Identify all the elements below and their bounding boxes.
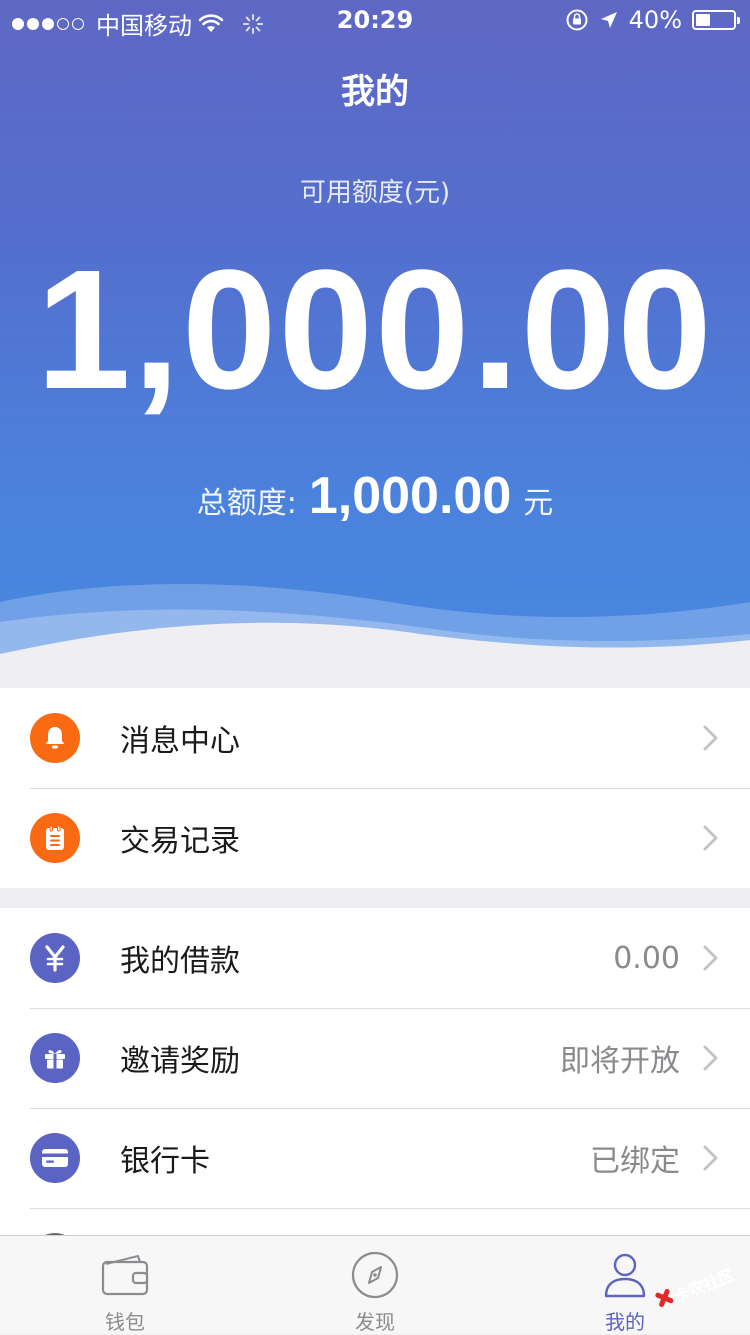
tab-label: 钱包	[105, 1310, 145, 1334]
wallet-icon	[101, 1255, 149, 1296]
total-credit: 总额度: 1,000.00 元	[0, 466, 750, 526]
page-title: 我的	[341, 72, 409, 112]
invite-status-value: 即将开放	[560, 1044, 680, 1079]
orientation-lock-icon	[566, 9, 588, 31]
menu-item-message-center[interactable]: 消息中心	[0, 688, 750, 788]
tab-wallet[interactable]: 钱包	[0, 1236, 250, 1334]
watermark-logo: 卡农社区	[655, 1265, 737, 1307]
available-credit-label: 可用额度(元)	[299, 178, 451, 208]
chevron-right-icon	[703, 945, 718, 971]
person-icon	[604, 1253, 646, 1298]
total-credit-label: 总额度:	[196, 486, 297, 521]
bank-card-status-value: 已绑定	[590, 1144, 680, 1179]
wave-decoration	[0, 583, 750, 690]
bell-icon	[30, 713, 80, 763]
compass-icon	[351, 1251, 399, 1299]
menu-item-transaction-records[interactable]: 交易记录	[0, 788, 750, 888]
battery-icon	[692, 10, 740, 30]
chevron-right-icon	[703, 1045, 718, 1071]
bank-card-icon	[30, 1133, 80, 1183]
menu-item-invite-rewards[interactable]: 邀请奖励 即将开放	[0, 1008, 750, 1108]
total-credit-unit: 元	[523, 486, 554, 521]
yuan-icon	[30, 933, 80, 983]
menu-group-notifications: 消息中心 交易记录	[0, 688, 750, 888]
status-bar: 中国移动 20:29 40%	[0, 0, 750, 40]
chevron-right-icon	[703, 825, 718, 851]
tab-discover[interactable]: 发现	[250, 1236, 500, 1334]
chevron-right-icon	[703, 725, 718, 751]
menu-item-label: 消息中心	[120, 724, 240, 759]
watermark-text: 卡农社区	[670, 1265, 736, 1307]
menu-item-bank-card[interactable]: 银行卡 已绑定	[0, 1108, 750, 1208]
tab-label: 发现	[355, 1310, 395, 1334]
credit-header: 中国移动 20:29 40% 我的 可用额度(元) 1,000.00 总额度: …	[0, 0, 750, 690]
battery-percent: 40%	[628, 6, 682, 34]
tab-bar: 钱包 发现 我的 卡农社区	[0, 1235, 750, 1334]
menu-item-label: 我的借款	[120, 944, 240, 979]
available-credit-amount: 1,000.00	[36, 235, 714, 425]
menu-item-label: 银行卡	[120, 1144, 210, 1179]
gift-icon	[30, 1033, 80, 1083]
menu-item-my-loans[interactable]: 我的借款 0.00	[0, 908, 750, 1008]
menu-item-label: 交易记录	[120, 824, 240, 859]
location-arrow-icon	[600, 12, 617, 28]
total-credit-amount: 1,000.00	[308, 467, 512, 525]
chevron-right-icon	[703, 1145, 718, 1171]
notepad-icon	[30, 813, 80, 863]
menu-item-label: 邀请奖励	[120, 1044, 240, 1079]
loan-amount-value: 0.00	[613, 940, 680, 976]
